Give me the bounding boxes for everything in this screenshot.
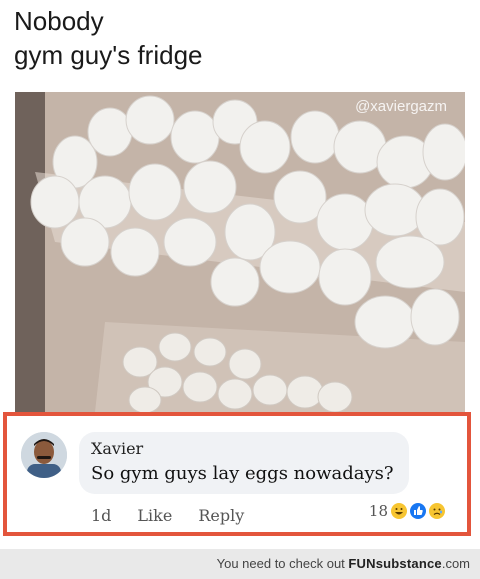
watermark: @xaviergazm (355, 98, 447, 115)
footer-bar: You need to check out FUNsubstance.com (0, 549, 480, 579)
footer-brand[interactable]: FUNsubstance (348, 556, 441, 571)
reply-button[interactable]: Reply (198, 506, 244, 525)
haha-icon (391, 503, 407, 519)
comment-bubble: Xavier So gym guys lay eggs nowadays? (79, 432, 409, 494)
like-button[interactable]: Like (137, 506, 172, 525)
footer-text: You need to check out FUNsubstance.com (217, 556, 470, 571)
reaction-summary[interactable]: 18 (369, 502, 445, 520)
comment-author[interactable]: Xavier (91, 439, 143, 458)
caption-line-2: gym guy's fridge (14, 40, 203, 70)
fridge-photo: @xaviergazm (15, 92, 465, 412)
sad-icon (429, 503, 445, 519)
eggs-illustration (15, 92, 465, 412)
comment-actions: 1d Like Reply (91, 506, 244, 525)
like-icon (410, 503, 426, 519)
comment-text: So gym guys lay eggs nowadays? (91, 463, 394, 484)
avatar[interactable] (21, 432, 67, 478)
caption-line-1: Nobody (14, 6, 104, 36)
avatar-photo-icon (21, 432, 67, 478)
meme-caption: Nobody gym guy's fridge (14, 4, 203, 72)
comment-time[interactable]: 1d (91, 506, 111, 525)
footer-suffix: .com (441, 556, 470, 571)
reaction-count: 18 (368, 502, 388, 520)
meme-card: Nobody gym guy's fridge @xaviergazm Xavi… (0, 0, 480, 549)
footer-message: You need to check out (216, 556, 349, 571)
highlighted-comment: Xavier So gym guys lay eggs nowadays? 1d… (3, 412, 471, 536)
